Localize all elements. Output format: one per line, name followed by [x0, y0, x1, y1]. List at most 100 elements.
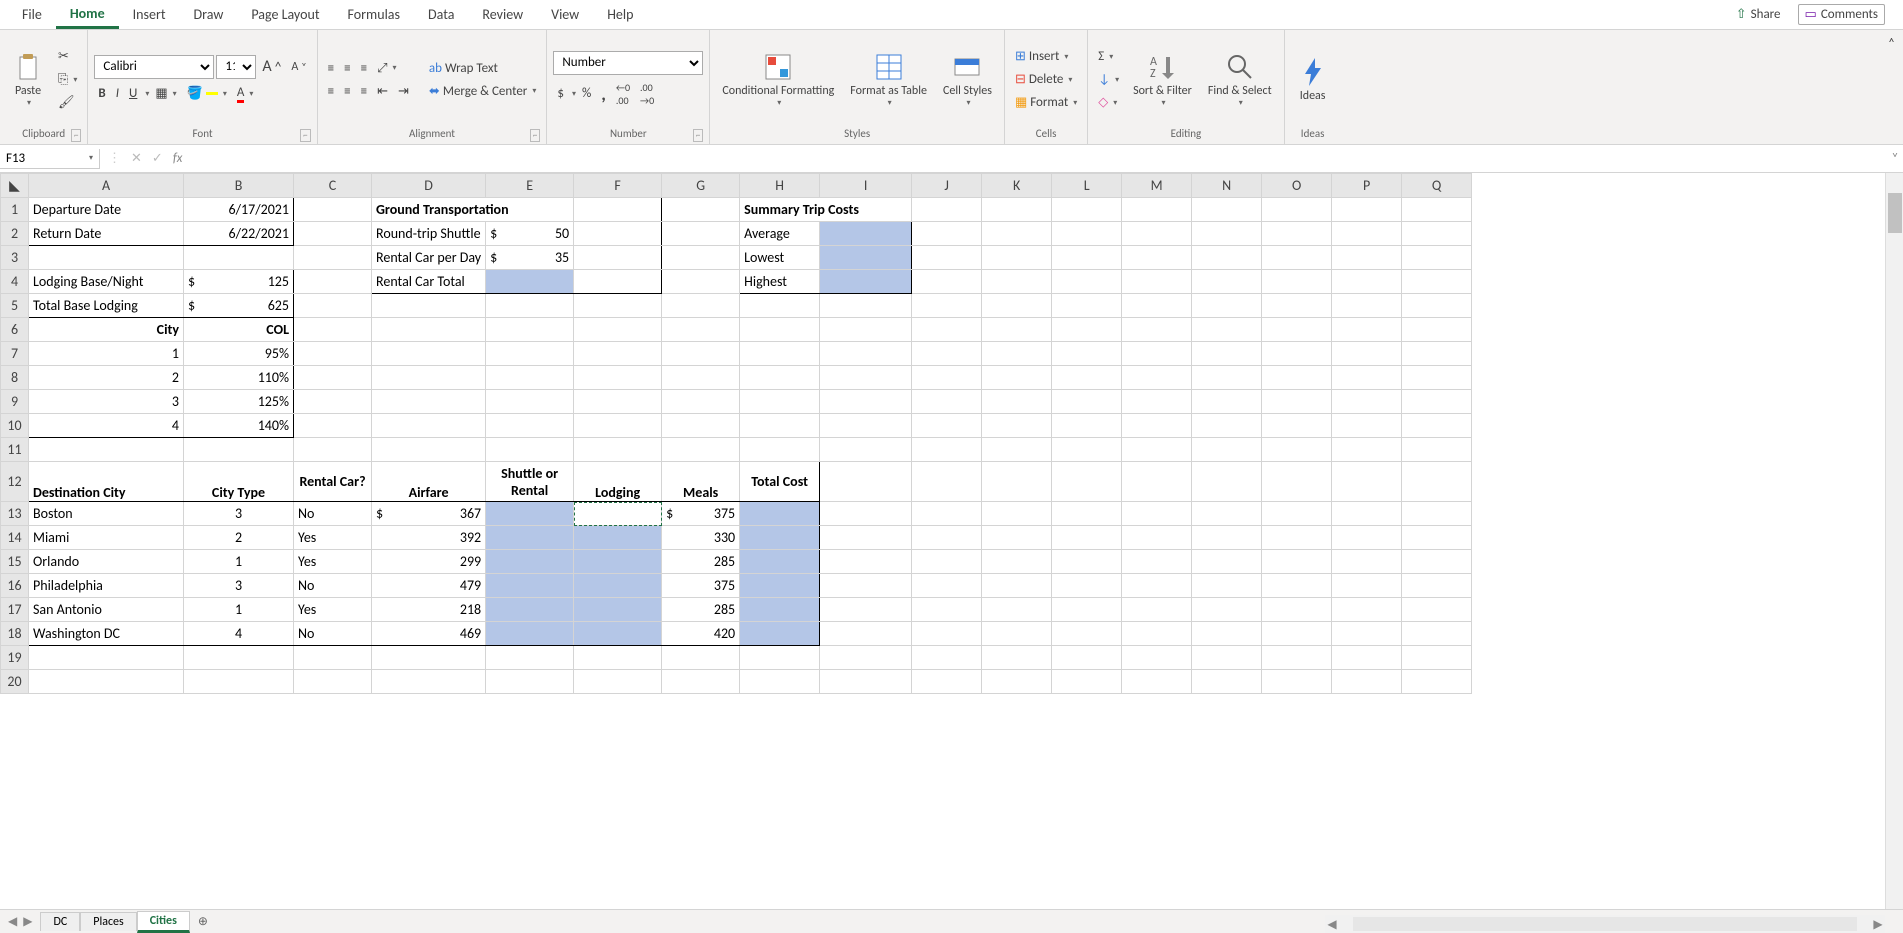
- cell[interactable]: [912, 462, 982, 502]
- grow-font-button[interactable]: A^: [258, 55, 285, 78]
- cell[interactable]: [982, 366, 1052, 390]
- cell[interactable]: [1052, 646, 1122, 670]
- col-header[interactable]: G: [662, 174, 740, 198]
- fill-color-button[interactable]: 🪣▾: [183, 84, 231, 103]
- cell[interactable]: [1332, 198, 1402, 222]
- cell[interactable]: [982, 622, 1052, 646]
- cell-styles-button[interactable]: Cell Styles▾: [937, 47, 998, 112]
- cell[interactable]: [912, 646, 982, 670]
- cell[interactable]: [1262, 414, 1332, 438]
- cell[interactable]: [662, 366, 740, 390]
- wrap-text-button[interactable]: ab Wrap Text: [425, 59, 540, 78]
- row-header[interactable]: 6: [1, 318, 29, 342]
- cell[interactable]: [740, 390, 820, 414]
- cell[interactable]: [740, 598, 820, 622]
- cell[interactable]: [1402, 342, 1472, 366]
- col-header[interactable]: N: [1192, 174, 1262, 198]
- cell[interactable]: [1402, 526, 1472, 550]
- insert-cells-button[interactable]: ⊞ Insert▾: [1011, 47, 1081, 66]
- cell[interactable]: [1402, 598, 1472, 622]
- cell[interactable]: [574, 550, 662, 574]
- cell[interactable]: Rental Car Total: [372, 270, 486, 294]
- cell[interactable]: [294, 246, 372, 270]
- cell[interactable]: [1262, 646, 1332, 670]
- find-select-button[interactable]: Find & Select▾: [1202, 47, 1278, 112]
- cell[interactable]: [740, 502, 820, 526]
- cell[interactable]: [294, 390, 372, 414]
- cell[interactable]: [912, 438, 982, 462]
- cell[interactable]: [1262, 670, 1332, 694]
- cell[interactable]: [982, 318, 1052, 342]
- row-header[interactable]: 16: [1, 574, 29, 598]
- cell[interactable]: [294, 270, 372, 294]
- col-header[interactable]: M: [1122, 174, 1192, 198]
- col-header[interactable]: F: [574, 174, 662, 198]
- cell[interactable]: Lodging Base/Night: [29, 270, 184, 294]
- cell[interactable]: [294, 198, 372, 222]
- cell[interactable]: Destination City: [29, 462, 184, 502]
- cell[interactable]: [486, 526, 574, 550]
- cell[interactable]: [982, 342, 1052, 366]
- cell[interactable]: [372, 414, 486, 438]
- cell[interactable]: [574, 270, 662, 294]
- cell[interactable]: City: [29, 318, 184, 342]
- cell[interactable]: [1122, 646, 1192, 670]
- cell[interactable]: No: [294, 502, 372, 526]
- ideas-button[interactable]: Ideas: [1291, 52, 1335, 107]
- cell[interactable]: [294, 318, 372, 342]
- spreadsheet-grid[interactable]: ◣ A B C D E F G H I J K L M N O P Q 1 De…: [0, 173, 1472, 694]
- cell[interactable]: [1332, 342, 1402, 366]
- cell[interactable]: [662, 246, 740, 270]
- cell[interactable]: [574, 198, 662, 222]
- cell[interactable]: [740, 414, 820, 438]
- cell[interactable]: 3: [29, 390, 184, 414]
- cell[interactable]: Lodging: [574, 462, 662, 502]
- cell[interactable]: [294, 670, 372, 694]
- cell[interactable]: [1262, 318, 1332, 342]
- italic-button[interactable]: I: [112, 84, 123, 103]
- cell[interactable]: 469: [372, 622, 486, 646]
- cell[interactable]: [1192, 414, 1262, 438]
- cell[interactable]: [982, 294, 1052, 318]
- cell[interactable]: 110%: [184, 366, 294, 390]
- col-header[interactable]: C: [294, 174, 372, 198]
- scroll-thumb[interactable]: [1888, 193, 1902, 233]
- cell[interactable]: Washington DC: [29, 622, 184, 646]
- cell[interactable]: [372, 438, 486, 462]
- cell[interactable]: 1: [184, 550, 294, 574]
- underline-button[interactable]: U: [125, 84, 141, 103]
- cell[interactable]: [1192, 270, 1262, 294]
- cell[interactable]: [372, 294, 486, 318]
- cell[interactable]: [1192, 198, 1262, 222]
- cell[interactable]: [1192, 622, 1262, 646]
- cell[interactable]: [1122, 366, 1192, 390]
- cell[interactable]: [1052, 366, 1122, 390]
- cell[interactable]: [982, 598, 1052, 622]
- cell[interactable]: [1262, 462, 1332, 502]
- cell[interactable]: [820, 342, 912, 366]
- cell[interactable]: 285: [662, 598, 740, 622]
- cell[interactable]: [294, 366, 372, 390]
- row-header[interactable]: 1: [1, 198, 29, 222]
- cell[interactable]: [1052, 270, 1122, 294]
- format-cells-button[interactable]: ▦ Format▾: [1011, 93, 1081, 112]
- cell[interactable]: [1192, 574, 1262, 598]
- cell[interactable]: [1052, 318, 1122, 342]
- sheet-next-button[interactable]: ▶: [23, 914, 32, 929]
- cell[interactable]: [1192, 598, 1262, 622]
- cell[interactable]: Lowest: [740, 246, 820, 270]
- cell[interactable]: [662, 438, 740, 462]
- tab-file[interactable]: File: [8, 2, 56, 27]
- cell[interactable]: [662, 414, 740, 438]
- row-header[interactable]: 5: [1, 294, 29, 318]
- cell[interactable]: [1052, 342, 1122, 366]
- align-left-button[interactable]: ≡: [324, 82, 338, 101]
- cell[interactable]: [1122, 598, 1192, 622]
- cell[interactable]: [1122, 438, 1192, 462]
- cell[interactable]: [1262, 438, 1332, 462]
- cell[interactable]: Miami: [29, 526, 184, 550]
- scroll-left-button[interactable]: ◀: [1325, 917, 1339, 932]
- cell[interactable]: [1402, 462, 1472, 502]
- cell[interactable]: [1192, 390, 1262, 414]
- cell[interactable]: [1122, 342, 1192, 366]
